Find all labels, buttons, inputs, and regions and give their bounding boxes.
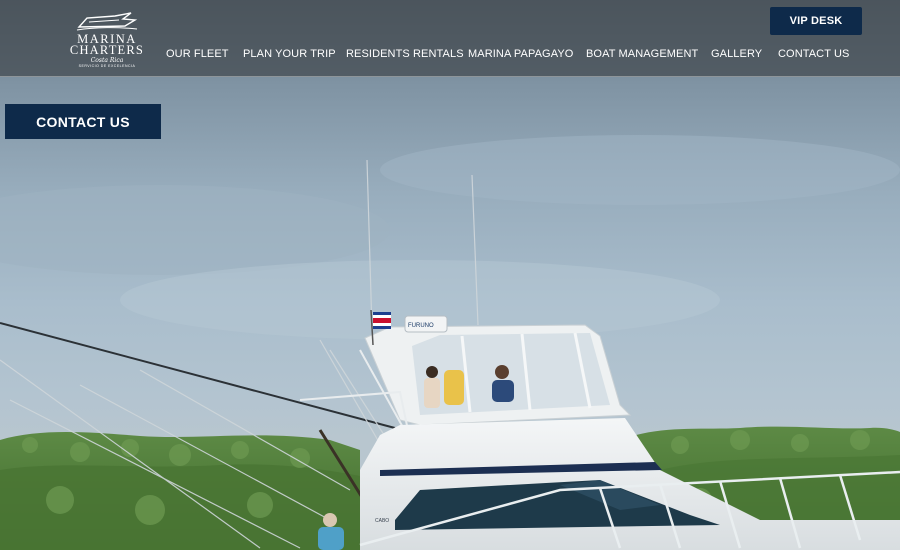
nav-item-boat-management[interactable]: BOAT MANAGEMENT xyxy=(586,48,698,60)
nav-item-our-fleet[interactable]: OUR FLEET xyxy=(166,48,229,60)
logo-tagline: SERVICIO DE EXCELENCIA xyxy=(78,64,136,68)
nav-item-residents-rentals[interactable]: RESIDENTS RENTALS xyxy=(346,48,464,60)
hero-image: FURUNO CABO xyxy=(0,0,900,550)
cabo-label: CABO xyxy=(375,518,389,524)
main-nav: OUR FLEET PLAN YOUR TRIP RESIDENTS RENTA… xyxy=(0,48,900,64)
contact-us-button[interactable]: CONTACT US xyxy=(5,104,161,139)
vip-desk-button[interactable]: VIP DESK xyxy=(770,7,862,35)
furuno-label: FURUNO xyxy=(408,323,434,329)
site-header: MARINA CHARTERS Costa Rica SERVICIO DE E… xyxy=(0,0,900,77)
yacht-logo-icon xyxy=(76,12,138,31)
hero-photo-yacht: FURUNO CABO xyxy=(0,135,900,550)
nav-item-marina-papagayo[interactable]: MARINA PAPAGAYO xyxy=(468,48,573,60)
nav-item-gallery[interactable]: GALLERY xyxy=(711,48,762,60)
nav-item-contact-us[interactable]: CONTACT US xyxy=(778,48,850,60)
nav-item-plan-your-trip[interactable]: PLAN YOUR TRIP xyxy=(243,48,336,60)
